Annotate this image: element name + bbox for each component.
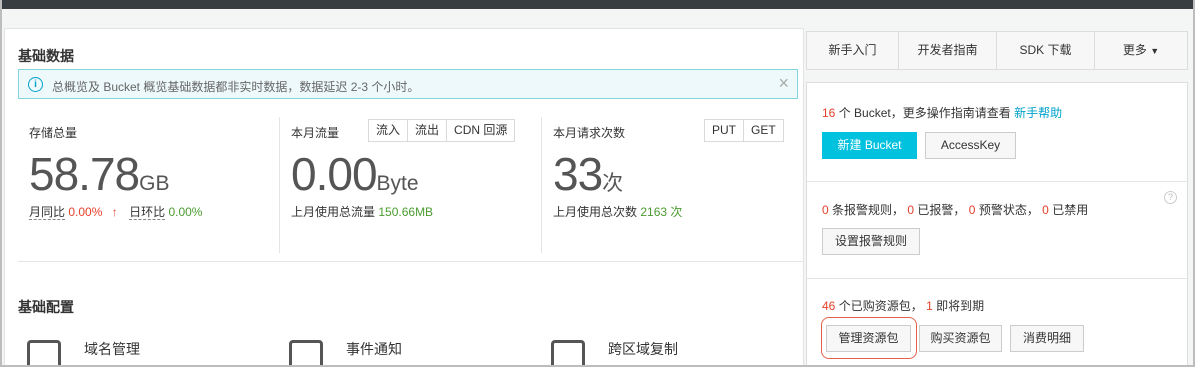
help-link[interactable]: 新手帮助	[1014, 106, 1062, 120]
top-navigation-bar	[0, 0, 1195, 9]
package-summary: 46 个已购资源包， 1 即将到期	[822, 299, 985, 313]
divider	[541, 117, 542, 253]
buy-package-button[interactable]: 购买资源包	[919, 325, 1002, 352]
main-panel: 基础数据 i 总概览及 Bucket 概览基础数据都非实时数据，数据延迟 2-3…	[4, 28, 804, 367]
notification-icon	[289, 340, 323, 367]
mom-label: 月同比	[29, 205, 66, 220]
arrow-up-icon: ↑	[111, 205, 118, 219]
traffic-last-month: 上月使用总流量 150.66MB	[291, 205, 434, 219]
right-panel: 16 个 Bucket，更多操作指南请查看 新手帮助 新建 Bucket Acc…	[806, 82, 1188, 367]
tab-get[interactable]: GET	[743, 119, 784, 142]
storage-comparison: 月同比 0.00% ↑ 日环比 0.00%	[29, 203, 202, 220]
tab-developer-guide[interactable]: 开发者指南	[899, 32, 997, 69]
domain-icon	[27, 340, 61, 367]
storage-value: 58.78GB	[29, 148, 170, 200]
tab-cdn-origin[interactable]: CDN 回源	[446, 119, 516, 142]
requests-last-month: 上月使用总次数 2163 次	[553, 205, 683, 219]
traffic-value: 0.00Byte	[291, 148, 419, 200]
basic-config-title: 基础配置	[18, 299, 74, 315]
dod-value: 0.00%	[168, 205, 203, 219]
notice-banner: i 总概览及 Bucket 概览基础数据都非实时数据，数据延迟 2-3 个小时。…	[18, 69, 798, 99]
requests-value: 33次	[553, 148, 624, 200]
tab-getting-started[interactable]: 新手入门	[807, 32, 899, 69]
tab-more[interactable]: 更多 ▼	[1095, 32, 1187, 69]
requests-tabs: PUT GET	[704, 119, 784, 142]
traffic-tabs: 流入 流出 CDN 回源	[368, 119, 516, 142]
tab-put[interactable]: PUT	[704, 119, 744, 142]
storage-label: 存储总量	[29, 126, 78, 140]
notice-text: 总概览及 Bucket 概览基础数据都非实时数据，数据延迟 2-3 个小时。	[52, 80, 420, 94]
caret-down-icon: ▼	[1150, 46, 1160, 56]
storage-stat: 存储总量 58.78GB 月同比 0.00% ↑ 日环比 0.00%	[29, 117, 269, 257]
section-divider	[18, 261, 804, 262]
traffic-label: 本月流量	[291, 126, 340, 140]
quick-links-tabs: 新手入门 开发者指南 SDK 下载 更多 ▼	[806, 31, 1188, 70]
close-icon[interactable]: ×	[778, 73, 789, 94]
manage-package-button[interactable]: 管理资源包	[826, 325, 911, 352]
dod-label: 日环比	[129, 205, 166, 220]
basic-data-title: 基础数据	[18, 48, 74, 64]
alarm-summary: 0 条报警规则， 0 已报警， 0 预警状态， 0 已禁用	[822, 203, 1089, 217]
bucket-section: 16 个 Bucket，更多操作指南请查看 新手帮助 新建 Bucket Acc…	[807, 83, 1187, 181]
divider	[279, 117, 280, 253]
consumption-details-button[interactable]: 消费明细	[1010, 325, 1084, 352]
setup-alarm-rules-button[interactable]: 设置报警规则	[822, 228, 920, 255]
mom-value: 0.00%	[68, 205, 103, 219]
new-bucket-button[interactable]: 新建 Bucket	[822, 132, 917, 159]
accesskey-button[interactable]: AccessKey	[925, 132, 1016, 159]
replication-icon	[551, 340, 585, 367]
tab-sdk-download[interactable]: SDK 下载	[997, 32, 1095, 69]
bucket-summary: 16 个 Bucket，更多操作指南请查看 新手帮助	[822, 106, 1063, 120]
alarm-section: 0 条报警规则， 0 已报警， 0 预警状态， 0 已禁用 设置报警规则	[807, 182, 1187, 278]
tab-outbound[interactable]: 流出	[407, 119, 448, 142]
requests-label: 本月请求次数	[553, 126, 626, 140]
info-icon: i	[28, 77, 43, 92]
tab-inbound[interactable]: 流入	[368, 119, 409, 142]
